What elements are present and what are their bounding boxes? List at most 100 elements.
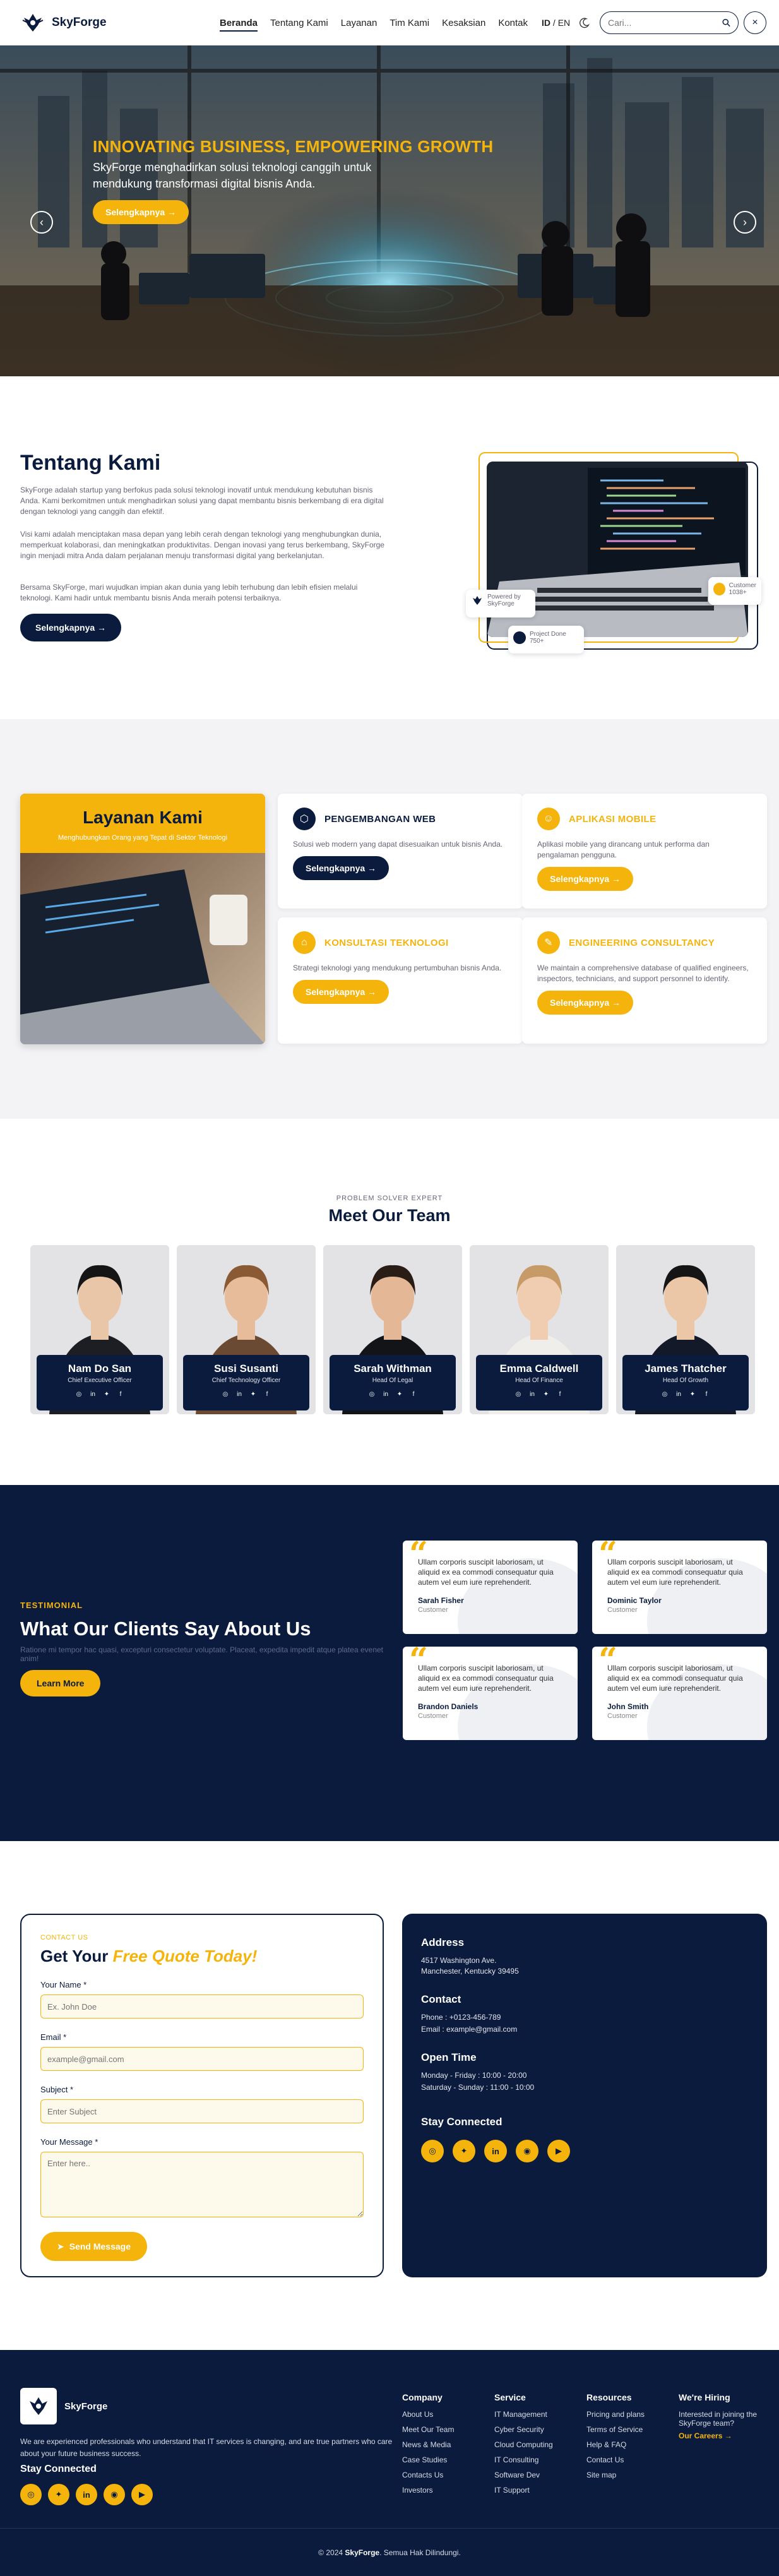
twitter-icon[interactable]: ✦	[688, 1390, 697, 1398]
testimonial-card: “Ullam corporis suscipit laboriosam, ut …	[403, 1647, 578, 1740]
moon-icon[interactable]	[579, 17, 590, 28]
search-input[interactable]	[608, 18, 722, 28]
twitter-icon[interactable]: ✦	[542, 1390, 550, 1398]
close-button[interactable]: ×	[744, 11, 766, 34]
youtube-icon[interactable]: ▶	[547, 2140, 570, 2162]
copyright-suffix: . Semua Hak Dilindungi.	[379, 2548, 461, 2557]
instagram-icon[interactable]: ◎	[20, 2484, 42, 2505]
nav-kontak[interactable]: Kontak	[492, 0, 534, 45]
service-web-button[interactable]: Selengkapnya →	[293, 856, 390, 880]
footer-stay-connected: Stay Connected	[20, 2464, 97, 2474]
footer-link[interactable]: Pricing and plans	[586, 2410, 645, 2419]
team-member-role: Head Of Growth	[662, 1377, 709, 1384]
instagram-icon[interactable]: ◎	[74, 1390, 83, 1398]
facebook-icon[interactable]: f	[409, 1390, 418, 1398]
instagram-icon[interactable]: ◎	[367, 1390, 376, 1398]
linkedin-icon[interactable]: in	[381, 1390, 390, 1398]
twitter-icon[interactable]: ✦	[48, 2484, 69, 2505]
facebook-icon[interactable]: f	[116, 1390, 125, 1398]
instagram-icon[interactable]: ◎	[221, 1390, 230, 1398]
footer-brand[interactable]: SkyForge	[20, 2388, 107, 2424]
service-card-web: ⬡ PENGEMBANGAN WEB Solusi web modern yang…	[278, 794, 523, 909]
footer-link[interactable]: About Us	[402, 2410, 454, 2419]
search-icon[interactable]	[722, 18, 730, 28]
footer-social-row: ◎ ✦ in ◉ ▶	[20, 2484, 153, 2505]
customer-label: Customer	[728, 582, 756, 589]
message-field[interactable]	[40, 2152, 364, 2217]
subject-field[interactable]	[40, 2099, 364, 2123]
nav-layanan[interactable]: Layanan	[335, 0, 384, 45]
linkedin-icon[interactable]: in	[484, 2140, 507, 2162]
footer-resources-col: Resources Pricing and plans Terms of Serv…	[586, 2392, 645, 2486]
nav-tim-kami[interactable]: Tim Kami	[383, 0, 436, 45]
form-title-emphasis: Free Quote Today!	[112, 1947, 258, 1965]
footer-link[interactable]: Investors	[402, 2486, 454, 2495]
hero-prev-button[interactable]: ‹	[30, 211, 53, 234]
careers-link[interactable]: Our Careers →	[679, 2431, 732, 2440]
project-badge: Project Done 750+	[508, 626, 584, 653]
service-mobile-button[interactable]: Selengkapnya →	[537, 867, 634, 891]
footer-link[interactable]: IT Support	[494, 2486, 553, 2495]
instagram-alt-icon[interactable]: ◉	[516, 2140, 538, 2162]
service-title: KONSULTASI TEKNOLOGI	[324, 937, 449, 948]
name-label: Your Name *	[40, 1980, 87, 1989]
hero-next-button[interactable]: ›	[734, 211, 756, 234]
facebook-icon[interactable]: f	[556, 1390, 564, 1398]
facebook-icon[interactable]: f	[702, 1390, 711, 1398]
instagram-icon[interactable]: ◎	[660, 1390, 669, 1398]
footer-link[interactable]: Site map	[586, 2471, 645, 2479]
testimonial-kicker: TESTIMONIAL	[20, 1601, 83, 1610]
service-consulting-button[interactable]: Selengkapnya →	[293, 980, 390, 1004]
footer-link[interactable]: Cyber Security	[494, 2425, 553, 2434]
learn-more-button[interactable]: Learn More	[20, 1670, 101, 1696]
team-member-name: James Thatcher	[645, 1363, 727, 1374]
twitter-icon[interactable]: ✦	[453, 2140, 475, 2162]
footer-link[interactable]: Software Dev	[494, 2471, 553, 2479]
name-field[interactable]	[40, 1995, 364, 2018]
customer-icon	[713, 583, 725, 595]
email-field[interactable]	[40, 2047, 364, 2071]
testimonial-text: Ullam corporis suscipit laboriosam, ut a…	[418, 1664, 554, 1693]
footer-link[interactable]: Case Studies	[402, 2455, 454, 2464]
linkedin-icon[interactable]: in	[88, 1390, 97, 1398]
footer-link[interactable]: Contacts Us	[402, 2471, 454, 2479]
instagram-alt-icon[interactable]: ◉	[104, 2484, 125, 2505]
youtube-icon[interactable]: ▶	[131, 2484, 153, 2505]
about-cta-button[interactable]: Selengkapnya →	[20, 614, 122, 641]
twitter-icon[interactable]: ✦	[102, 1390, 111, 1398]
address-text: 4517 Washington Ave. Manchester, Kentuck…	[421, 1956, 519, 1976]
twitter-icon[interactable]: ✦	[249, 1390, 258, 1398]
language-switcher[interactable]: ID / EN	[542, 18, 570, 28]
footer-link[interactable]: IT Consulting	[494, 2455, 553, 2464]
brand-logo[interactable]: SkyForge	[20, 10, 107, 35]
instagram-icon[interactable]: ◎	[514, 1390, 523, 1398]
footer-link[interactable]: News & Media	[402, 2440, 454, 2449]
linkedin-icon[interactable]: in	[76, 2484, 97, 2505]
footer-link[interactable]: Contact Us	[586, 2455, 645, 2464]
facebook-icon[interactable]: f	[263, 1390, 271, 1398]
service-engineering-button[interactable]: Selengkapnya →	[537, 991, 634, 1015]
footer-description: We are experienced professionals who und…	[20, 2437, 393, 2458]
send-message-button[interactable]: ➤ Send Message	[40, 2232, 147, 2261]
team-member-info: James Thatcher Head Of Growth ◎ in ✦ f	[622, 1355, 749, 1410]
hero-cta-button[interactable]: Selengkapnya →	[93, 200, 189, 224]
footer-link[interactable]: Meet Our Team	[402, 2425, 454, 2434]
footer-link[interactable]: Help & FAQ	[586, 2440, 645, 2449]
lang-en[interactable]: EN	[558, 18, 570, 28]
linkedin-icon[interactable]: in	[528, 1390, 537, 1398]
instagram-icon[interactable]: ◎	[421, 2140, 444, 2162]
linkedin-icon[interactable]: in	[674, 1390, 683, 1398]
footer-link[interactable]: Cloud Computing	[494, 2440, 553, 2449]
nav-kesaksian[interactable]: Kesaksian	[436, 0, 492, 45]
footer-link[interactable]: Terms of Service	[586, 2425, 645, 2434]
twitter-icon[interactable]: ✦	[395, 1390, 404, 1398]
services-subtitle: Menghubungkan Orang yang Tepat di Sektor…	[57, 834, 228, 842]
nav-beranda[interactable]: Beranda	[213, 0, 264, 45]
powered-by-name: SkyForge	[487, 600, 514, 607]
footer-link[interactable]: IT Management	[494, 2410, 553, 2419]
powered-by-label: Powered by	[487, 593, 521, 600]
lang-id[interactable]: ID	[542, 18, 550, 28]
linkedin-icon[interactable]: in	[235, 1390, 244, 1398]
footer-brand-name: SkyForge	[64, 2400, 108, 2412]
nav-tentang-kami[interactable]: Tentang Kami	[264, 0, 335, 45]
